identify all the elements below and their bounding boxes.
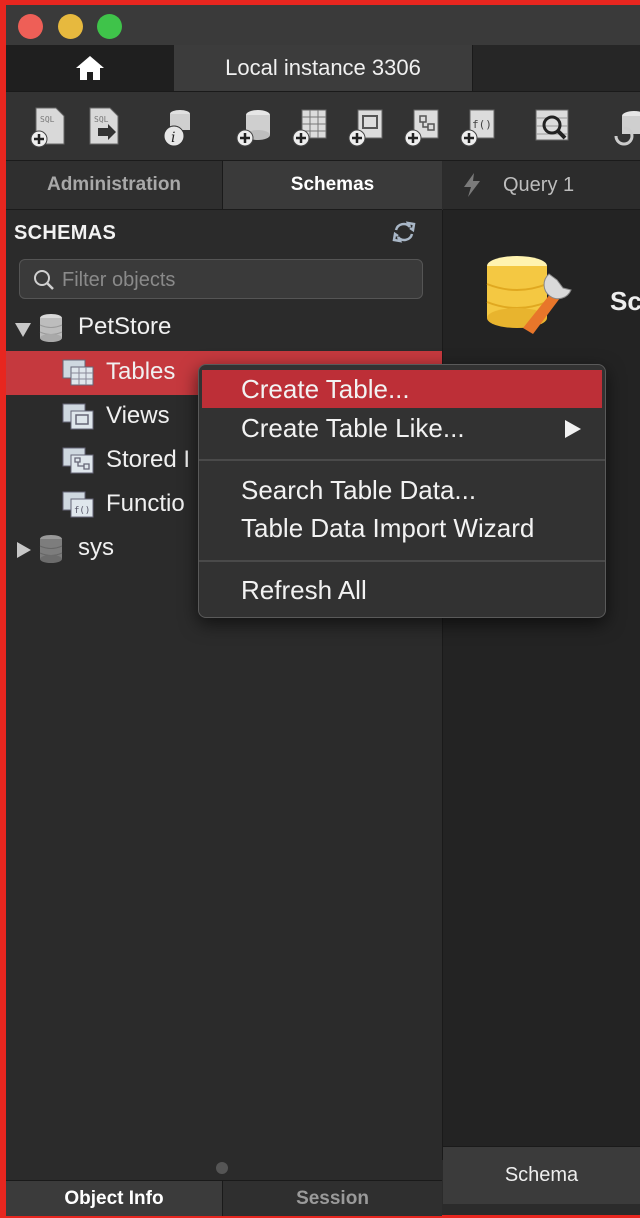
create-function-icon[interactable]: f() [458, 106, 498, 148]
search-icon [34, 270, 54, 290]
connection-tab-label: Local instance 3306 [225, 55, 421, 80]
create-procedure-icon[interactable] [402, 106, 442, 148]
menu-item-search-table-data-label: Search Table Data... [241, 475, 477, 505]
disclosure-expanded-icon[interactable] [14, 322, 32, 338]
tree-node-stored-procedures-label: Stored I [106, 446, 191, 473]
tables-folder-icon [62, 359, 94, 386]
tab-session-label: Session [296, 1187, 369, 1209]
tab-schemas-label: Schemas [290, 174, 375, 195]
create-table-icon[interactable] [290, 106, 330, 148]
tab-query-1[interactable]: Query 1 [443, 161, 640, 210]
schema-inspector-large-icon [486, 256, 572, 334]
tree-node-functions-label: Functio [106, 490, 185, 517]
menu-item-create-table[interactable]: Create Table... [202, 370, 602, 408]
tab-session[interactable]: Session [223, 1181, 442, 1216]
zoom-window-button[interactable] [97, 14, 122, 39]
svg-text:f(): f() [472, 118, 492, 131]
database-icon [39, 535, 63, 563]
disclosure-collapsed-icon[interactable] [16, 541, 32, 559]
main-content-area: Sc [443, 210, 640, 1146]
tab-administration[interactable]: Administration [6, 161, 223, 209]
create-schema-icon[interactable] [234, 106, 274, 148]
svg-text:SQL: SQL [94, 115, 109, 124]
tree-node-petstore-label: PetStore [78, 313, 172, 340]
functions-folder-icon: f() [62, 491, 94, 518]
reconnect-icon[interactable] [610, 106, 640, 148]
main-title-partial: Sc [610, 286, 640, 316]
tree-node-tables-label: Tables [106, 358, 176, 385]
open-sql-file-icon[interactable]: SQL [84, 106, 124, 148]
context-menu: Create Table... Create Table Like... Sea… [198, 364, 606, 618]
refresh-icon[interactable] [392, 221, 416, 243]
procedures-folder-icon [62, 447, 94, 474]
home-tab[interactable] [6, 45, 175, 91]
database-icon [39, 314, 63, 342]
views-folder-icon [62, 403, 94, 430]
minimize-window-button[interactable] [58, 14, 83, 39]
search-table-data-icon[interactable] [532, 106, 572, 148]
tab-schema-label: Schema [504, 1164, 579, 1186]
filter-objects-field[interactable] [19, 259, 423, 300]
menu-item-refresh-all-label: Refresh All [241, 575, 367, 605]
title-bar [6, 5, 640, 45]
tab-schemas[interactable]: Schemas [223, 161, 442, 209]
connection-tab-bar: Local instance 3306 [6, 45, 640, 92]
schemas-header: SCHEMAS [14, 222, 117, 244]
menu-separator [199, 459, 605, 461]
connection-tab[interactable]: Local instance 3306 [174, 45, 473, 91]
menu-item-table-data-import-wizard[interactable]: Table Data Import Wizard [202, 509, 602, 547]
menu-item-create-table-like[interactable]: Create Table Like... [202, 409, 602, 447]
home-icon [76, 56, 104, 80]
schema-inspector-icon[interactable]: i [158, 106, 198, 148]
tree-node-petstore[interactable]: PetStore [6, 306, 442, 350]
submenu-arrow-icon [565, 420, 581, 438]
lightning-icon [464, 173, 480, 197]
sidebar-bottom-tab-bar: Object Info Session [6, 1180, 442, 1216]
menu-item-refresh-all[interactable]: Refresh All [202, 571, 602, 609]
create-view-icon[interactable] [346, 106, 386, 148]
tab-object-info-label: Object Info [64, 1187, 164, 1209]
tree-node-sys-label: sys [78, 534, 114, 561]
menu-item-table-data-import-wizard-label: Table Data Import Wizard [241, 513, 535, 543]
sidebar-tab-bar: Administration Schemas [6, 161, 442, 210]
schemas-sidebar: SCHEMAS PetStore Tables [6, 210, 443, 1174]
tab-administration-label: Administration [46, 174, 182, 195]
menu-item-create-table-like-label: Create Table Like... [241, 413, 465, 443]
svg-text:f(): f() [74, 506, 90, 516]
main-toolbar: SQL SQL i f() [6, 92, 640, 161]
svg-text:i: i [171, 130, 175, 146]
menu-item-search-table-data[interactable]: Search Table Data... [202, 471, 602, 509]
new-sql-tab-icon[interactable]: SQL [28, 106, 68, 148]
menu-item-create-table-label: Create Table... [241, 374, 410, 404]
tab-object-info[interactable]: Object Info [6, 1181, 223, 1216]
tab-query-1-label: Query 1 [503, 173, 575, 196]
svg-text:SQL: SQL [40, 115, 55, 124]
tab-schema[interactable]: Schema [443, 1146, 640, 1204]
close-window-button[interactable] [18, 14, 43, 39]
splitter-handle[interactable] [216, 1162, 228, 1174]
filter-objects-input[interactable] [60, 260, 414, 300]
menu-separator [199, 560, 605, 562]
tree-node-views-label: Views [106, 402, 170, 429]
